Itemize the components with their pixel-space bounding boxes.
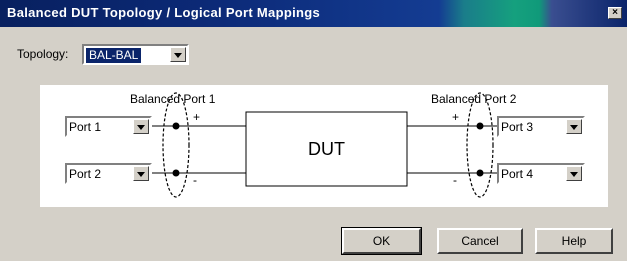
port-3-select[interactable]: Port 3 — [497, 116, 585, 137]
chevron-down-icon[interactable] — [170, 47, 186, 62]
port-2-pair-enclosure — [466, 92, 494, 198]
port-1-plus-sign: + — [193, 110, 200, 124]
balanced-port-1-title: Balanced Port 1 — [130, 92, 216, 106]
port-1-pair-enclosure — [162, 92, 190, 198]
dialog-window: Balanced DUT Topology / Logical Port Map… — [0, 0, 627, 261]
help-button[interactable]: Help — [535, 228, 613, 254]
ok-button[interactable]: OK — [341, 227, 422, 255]
port-3-select-value: Port 3 — [501, 120, 534, 134]
title-bar[interactable]: Balanced DUT Topology / Logical Port Map… — [0, 0, 627, 27]
topology-diagram-panel: Balanced Port 1 Balanced Port 2 + - + - … — [40, 85, 608, 207]
dut-label: DUT — [308, 139, 345, 159]
port-1-select-value: Port 1 — [69, 120, 102, 134]
port-2-select-value: Port 2 — [69, 167, 102, 181]
topology-select[interactable]: BAL-BAL — [82, 44, 189, 65]
topology-diagram: Balanced Port 1 Balanced Port 2 + - + - … — [130, 92, 517, 198]
port-2-select[interactable]: Port 2 — [65, 163, 152, 184]
port-2-minus-sign: - — [453, 173, 457, 187]
port-4-select-value: Port 4 — [501, 167, 534, 181]
chevron-down-icon[interactable] — [133, 119, 149, 134]
close-button[interactable]: × — [608, 7, 622, 19]
chevron-down-icon[interactable] — [133, 166, 149, 181]
close-icon: × — [612, 7, 618, 18]
port-2-plus-sign: + — [452, 110, 459, 124]
topology-value: BAL-BAL — [86, 48, 142, 63]
window-title: Balanced DUT Topology / Logical Port Map… — [7, 5, 320, 20]
port-1-minus-sign: - — [193, 173, 197, 187]
port-1-minus-node — [172, 169, 180, 177]
port-2-minus-node — [476, 169, 484, 177]
port-1-plus-node — [172, 122, 180, 130]
chevron-down-icon[interactable] — [566, 119, 582, 134]
chevron-down-icon[interactable] — [566, 166, 582, 181]
port-2-plus-node — [476, 122, 484, 130]
cancel-button[interactable]: Cancel — [437, 228, 523, 254]
port-4-select[interactable]: Port 4 — [497, 163, 585, 184]
port-1-select[interactable]: Port 1 — [65, 116, 152, 137]
topology-label: Topology: — [17, 47, 69, 61]
